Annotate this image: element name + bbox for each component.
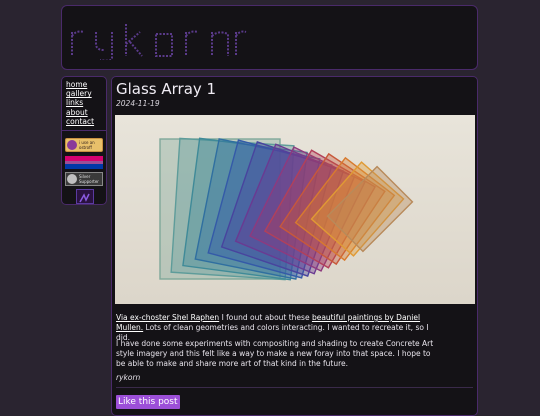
badge-silver-icon (67, 174, 77, 184)
badge-ostroff[interactable]: i use an ostroff (65, 138, 103, 152)
site-header: rykorn (61, 5, 478, 70)
nav-links-link[interactable]: links (66, 98, 94, 107)
nav-contact-link[interactable]: contact (66, 117, 94, 126)
post-date: 2024-11-19 (116, 99, 160, 108)
badge-silver-line2: Supporter (79, 179, 99, 184)
post-author: rykorn (116, 373, 141, 382)
site-logo[interactable]: rykorn (68, 20, 248, 60)
nav-home-link[interactable]: home (66, 80, 94, 89)
badge-ostroff-icon (67, 140, 77, 150)
post-divider (116, 387, 473, 388)
nav-gallery-link[interactable]: gallery (66, 89, 94, 98)
badge-ostroff-line2: ostroff (79, 145, 92, 150)
nav-about-link[interactable]: about (66, 108, 94, 117)
like-button[interactable]: Like this post (116, 395, 180, 409)
badge-silver-supporter[interactable]: Silver Supporter (65, 172, 103, 186)
sidebar: home gallery links about contact i use a… (61, 76, 107, 205)
nav-menu: home gallery links about contact (66, 80, 94, 126)
feed-icon[interactable] (76, 189, 94, 204)
post-panel: Glass Array 1 2024-11-19 Via ex-choster … (111, 76, 478, 416)
post-artwork[interactable] (115, 115, 475, 304)
bi-flag-badge[interactable] (65, 156, 103, 169)
ex-choster-link[interactable]: Via ex-choster Shel Raphen (116, 313, 219, 322)
post-paragraph-2: I have done some experiments with compos… (116, 339, 434, 368)
p1-text-1: I found out about these (219, 313, 312, 322)
post-title: Glass Array 1 (116, 80, 217, 98)
